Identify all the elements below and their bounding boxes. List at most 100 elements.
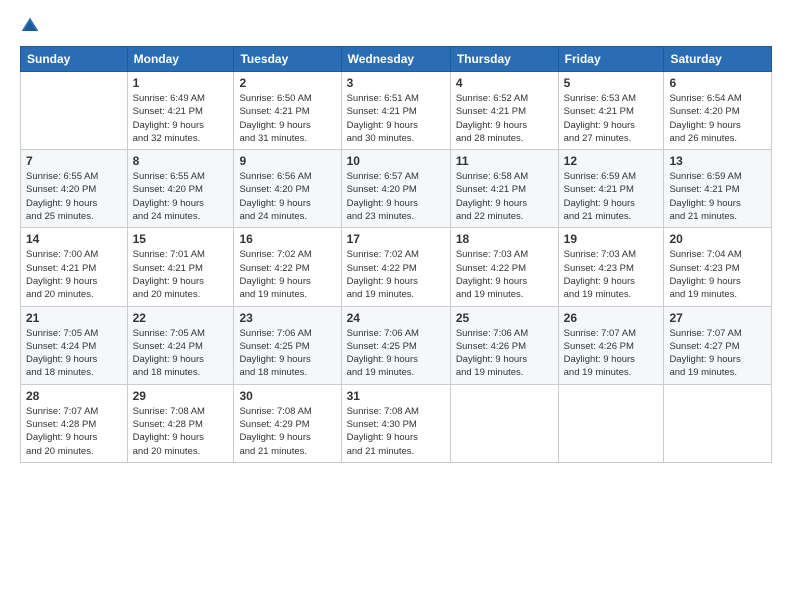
col-header-monday: Monday (127, 47, 234, 72)
day-info: Sunrise: 6:55 AM Sunset: 4:20 PM Dayligh… (133, 170, 229, 223)
day-number: 5 (564, 76, 659, 90)
day-info: Sunrise: 7:07 AM Sunset: 4:26 PM Dayligh… (564, 327, 659, 380)
day-number: 25 (456, 311, 553, 325)
col-header-saturday: Saturday (664, 47, 772, 72)
day-number: 4 (456, 76, 553, 90)
week-row-4: 21 Sunrise: 7:05 AM Sunset: 4:24 PM Dayli… (21, 306, 772, 384)
calendar-table: SundayMondayTuesdayWednesdayThursdayFrid… (20, 46, 772, 463)
day-info: Sunrise: 7:01 AM Sunset: 4:21 PM Dayligh… (133, 248, 229, 301)
day-number: 14 (26, 232, 122, 246)
week-row-3: 14 Sunrise: 7:00 AM Sunset: 4:21 PM Dayli… (21, 228, 772, 306)
day-cell: 21 Sunrise: 7:05 AM Sunset: 4:24 PM Dayli… (21, 306, 128, 384)
col-header-thursday: Thursday (450, 47, 558, 72)
day-info: Sunrise: 7:00 AM Sunset: 4:21 PM Dayligh… (26, 248, 122, 301)
day-info: Sunrise: 6:59 AM Sunset: 4:21 PM Dayligh… (669, 170, 766, 223)
col-header-sunday: Sunday (21, 47, 128, 72)
day-number: 30 (239, 389, 335, 403)
col-header-friday: Friday (558, 47, 664, 72)
day-cell: 1 Sunrise: 6:49 AM Sunset: 4:21 PM Daylig… (127, 72, 234, 150)
day-number: 18 (456, 232, 553, 246)
day-cell (558, 384, 664, 462)
day-number: 23 (239, 311, 335, 325)
day-info: Sunrise: 6:58 AM Sunset: 4:21 PM Dayligh… (456, 170, 553, 223)
day-info: Sunrise: 6:50 AM Sunset: 4:21 PM Dayligh… (239, 92, 335, 145)
day-cell: 19 Sunrise: 7:03 AM Sunset: 4:23 PM Dayli… (558, 228, 664, 306)
day-number: 28 (26, 389, 122, 403)
logo-icon (20, 16, 40, 36)
day-number: 3 (347, 76, 445, 90)
day-number: 24 (347, 311, 445, 325)
day-info: Sunrise: 7:05 AM Sunset: 4:24 PM Dayligh… (26, 327, 122, 380)
day-info: Sunrise: 6:54 AM Sunset: 4:20 PM Dayligh… (669, 92, 766, 145)
day-cell (664, 384, 772, 462)
day-info: Sunrise: 6:51 AM Sunset: 4:21 PM Dayligh… (347, 92, 445, 145)
day-cell: 25 Sunrise: 7:06 AM Sunset: 4:26 PM Dayli… (450, 306, 558, 384)
day-cell: 12Sunrise: 6:59 AM Sunset: 4:21 PM Dayli… (558, 150, 664, 228)
day-number: 29 (133, 389, 229, 403)
day-info: Sunrise: 7:06 AM Sunset: 4:26 PM Dayligh… (456, 327, 553, 380)
page: SundayMondayTuesdayWednesdayThursdayFrid… (0, 0, 792, 612)
day-number: 20 (669, 232, 766, 246)
day-cell: 18Sunrise: 7:03 AM Sunset: 4:22 PM Dayli… (450, 228, 558, 306)
col-header-wednesday: Wednesday (341, 47, 450, 72)
day-info: Sunrise: 7:07 AM Sunset: 4:28 PM Dayligh… (26, 405, 122, 458)
day-cell: 26 Sunrise: 7:07 AM Sunset: 4:26 PM Dayli… (558, 306, 664, 384)
day-number: 2 (239, 76, 335, 90)
day-number: 1 (133, 76, 229, 90)
day-cell: 3 Sunrise: 6:51 AM Sunset: 4:21 PM Daylig… (341, 72, 450, 150)
day-cell: 17 Sunrise: 7:02 AM Sunset: 4:22 PM Dayli… (341, 228, 450, 306)
day-cell (21, 72, 128, 150)
day-number: 12 (564, 154, 659, 168)
day-info: Sunrise: 7:03 AM Sunset: 4:23 PM Dayligh… (564, 248, 659, 301)
header-row: SundayMondayTuesdayWednesdayThursdayFrid… (21, 47, 772, 72)
day-info: Sunrise: 6:56 AM Sunset: 4:20 PM Dayligh… (239, 170, 335, 223)
day-cell: 28 Sunrise: 7:07 AM Sunset: 4:28 PM Dayli… (21, 384, 128, 462)
day-cell: 30Sunrise: 7:08 AM Sunset: 4:29 PM Dayli… (234, 384, 341, 462)
day-info: Sunrise: 6:53 AM Sunset: 4:21 PM Dayligh… (564, 92, 659, 145)
day-number: 11 (456, 154, 553, 168)
day-cell: 13 Sunrise: 6:59 AM Sunset: 4:21 PM Dayli… (664, 150, 772, 228)
day-cell: 15Sunrise: 7:01 AM Sunset: 4:21 PM Dayli… (127, 228, 234, 306)
day-info: Sunrise: 6:52 AM Sunset: 4:21 PM Dayligh… (456, 92, 553, 145)
day-cell: 23 Sunrise: 7:06 AM Sunset: 4:25 PM Dayli… (234, 306, 341, 384)
week-row-2: 7 Sunrise: 6:55 AM Sunset: 4:20 PM Daylig… (21, 150, 772, 228)
day-cell: 10Sunrise: 6:57 AM Sunset: 4:20 PM Dayli… (341, 150, 450, 228)
day-cell: 9Sunrise: 6:56 AM Sunset: 4:20 PM Daylig… (234, 150, 341, 228)
day-cell: 14 Sunrise: 7:00 AM Sunset: 4:21 PM Dayli… (21, 228, 128, 306)
day-number: 7 (26, 154, 122, 168)
day-number: 31 (347, 389, 445, 403)
logo (20, 16, 44, 36)
day-cell: 4 Sunrise: 6:52 AM Sunset: 4:21 PM Daylig… (450, 72, 558, 150)
day-number: 10 (347, 154, 445, 168)
day-info: Sunrise: 7:02 AM Sunset: 4:22 PM Dayligh… (347, 248, 445, 301)
day-info: Sunrise: 7:04 AM Sunset: 4:23 PM Dayligh… (669, 248, 766, 301)
header (20, 16, 772, 36)
day-number: 16 (239, 232, 335, 246)
day-cell: 20 Sunrise: 7:04 AM Sunset: 4:23 PM Dayli… (664, 228, 772, 306)
day-info: Sunrise: 7:06 AM Sunset: 4:25 PM Dayligh… (347, 327, 445, 380)
day-number: 21 (26, 311, 122, 325)
day-cell: 24 Sunrise: 7:06 AM Sunset: 4:25 PM Dayli… (341, 306, 450, 384)
day-info: Sunrise: 7:05 AM Sunset: 4:24 PM Dayligh… (133, 327, 229, 380)
day-number: 8 (133, 154, 229, 168)
day-cell: 31 Sunrise: 7:08 AM Sunset: 4:30 PM Dayli… (341, 384, 450, 462)
day-cell: 11 Sunrise: 6:58 AM Sunset: 4:21 PM Dayli… (450, 150, 558, 228)
day-number: 13 (669, 154, 766, 168)
day-number: 19 (564, 232, 659, 246)
day-cell: 5 Sunrise: 6:53 AM Sunset: 4:21 PM Daylig… (558, 72, 664, 150)
day-info: Sunrise: 6:49 AM Sunset: 4:21 PM Dayligh… (133, 92, 229, 145)
day-number: 17 (347, 232, 445, 246)
day-cell: 16 Sunrise: 7:02 AM Sunset: 4:22 PM Dayli… (234, 228, 341, 306)
day-info: Sunrise: 7:07 AM Sunset: 4:27 PM Dayligh… (669, 327, 766, 380)
day-info: Sunrise: 7:08 AM Sunset: 4:28 PM Dayligh… (133, 405, 229, 458)
day-info: Sunrise: 7:08 AM Sunset: 4:30 PM Dayligh… (347, 405, 445, 458)
day-info: Sunrise: 7:02 AM Sunset: 4:22 PM Dayligh… (239, 248, 335, 301)
day-cell: 22Sunrise: 7:05 AM Sunset: 4:24 PM Dayli… (127, 306, 234, 384)
day-info: Sunrise: 6:55 AM Sunset: 4:20 PM Dayligh… (26, 170, 122, 223)
day-number: 26 (564, 311, 659, 325)
day-cell: 7 Sunrise: 6:55 AM Sunset: 4:20 PM Daylig… (21, 150, 128, 228)
day-cell: 8 Sunrise: 6:55 AM Sunset: 4:20 PM Daylig… (127, 150, 234, 228)
week-row-1: 1 Sunrise: 6:49 AM Sunset: 4:21 PM Daylig… (21, 72, 772, 150)
day-info: Sunrise: 7:06 AM Sunset: 4:25 PM Dayligh… (239, 327, 335, 380)
day-cell: 6Sunrise: 6:54 AM Sunset: 4:20 PM Daylig… (664, 72, 772, 150)
